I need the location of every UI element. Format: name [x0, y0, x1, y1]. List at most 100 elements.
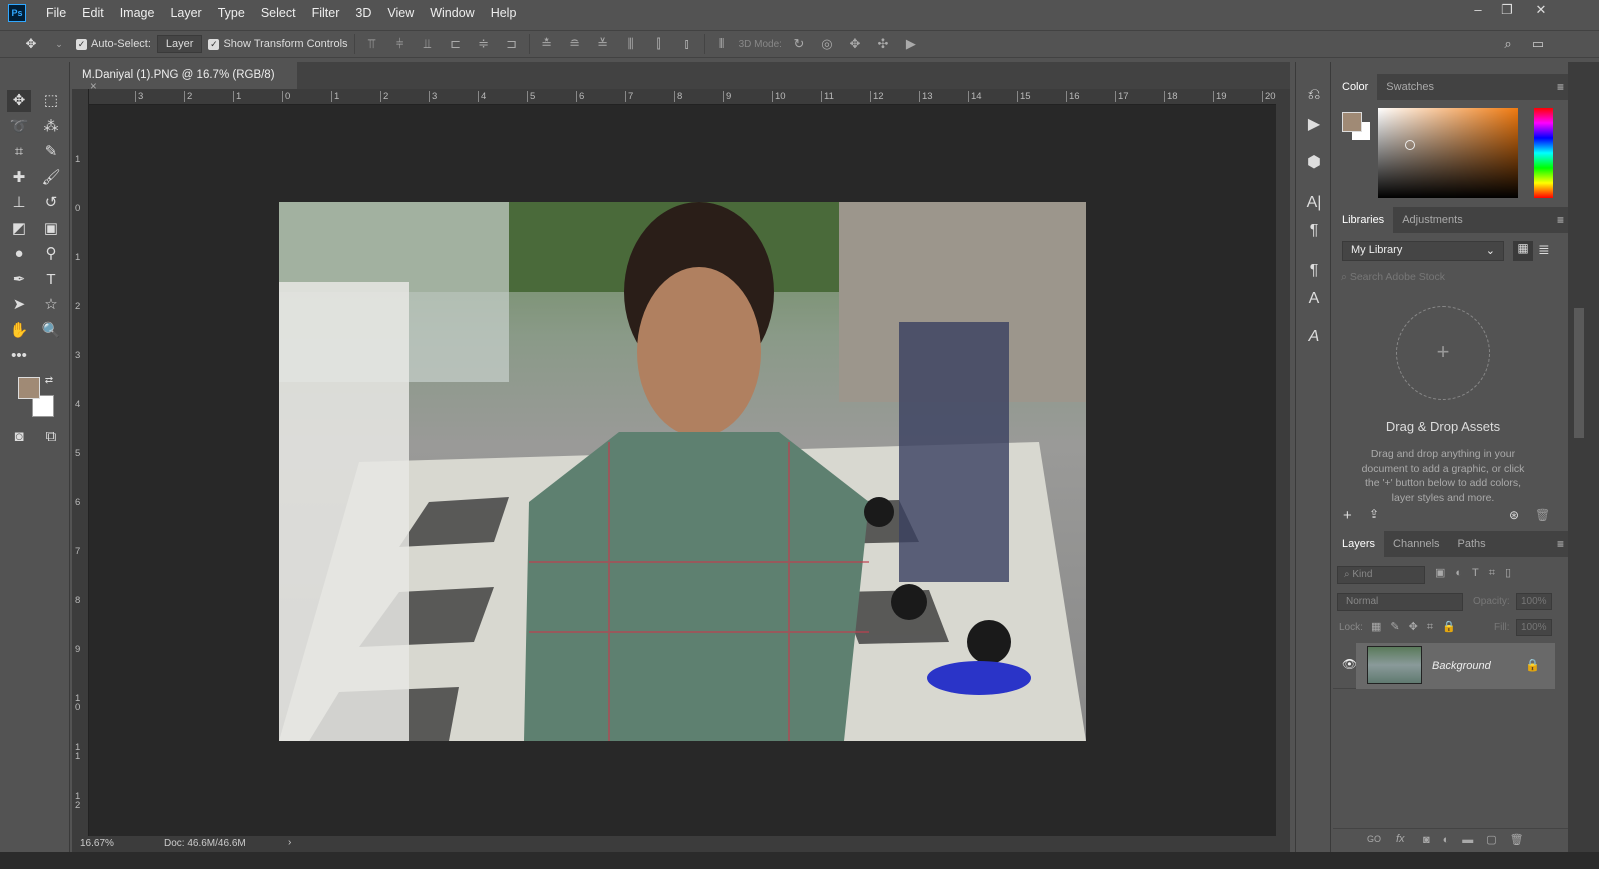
shape-tool-icon[interactable]: ☆	[39, 294, 63, 316]
menu-3d[interactable]: 3D	[347, 6, 379, 20]
menu-layer[interactable]: Layer	[162, 6, 209, 20]
hue-slider[interactable]	[1534, 108, 1553, 198]
filter-icons[interactable]: ▣◐T⌗▯	[1435, 566, 1521, 580]
gradient-tool-icon[interactable]: ▣	[39, 218, 63, 240]
pen-tool-icon[interactable]: ✒	[7, 269, 31, 291]
show-transform-checkbox[interactable]: ✓ Show Transform Controls	[208, 38, 348, 50]
list-view-icon[interactable]: ≣	[1538, 241, 1550, 258]
stock-search-input[interactable]: ⌕ Search Adobe Stock	[1341, 271, 1561, 284]
search-icon[interactable]: ⌕	[1497, 36, 1519, 52]
minimize-button[interactable]: –	[1463, 2, 1493, 22]
close-window-button[interactable]: ✕	[1526, 2, 1556, 22]
eyedropper-icon[interactable]: ✎	[39, 141, 63, 163]
foreground-color-swatch[interactable]	[18, 377, 40, 399]
scroll-thumb[interactable]	[1574, 308, 1584, 438]
tab-libraries[interactable]: Libraries	[1333, 207, 1394, 233]
history-icon[interactable]: ⎌	[1304, 86, 1324, 104]
actions-play-icon[interactable]: ▶	[1304, 114, 1324, 134]
layer-filter-dropdown[interactable]: ⌕ Kind	[1337, 566, 1425, 584]
upload-icon[interactable]: ⇪	[1369, 507, 1379, 521]
3d-panel-icon[interactable]: ⬢	[1304, 152, 1324, 172]
document-tab[interactable]: M.Daniyal (1).PNG @ 16.7% (RGB/8) ×	[72, 62, 297, 93]
auto-select-dropdown[interactable]: Layer	[156, 35, 203, 53]
zoom-tool-icon[interactable]: 🔍	[39, 320, 63, 342]
color-picker-cursor[interactable]	[1405, 140, 1415, 150]
document-image[interactable]	[279, 202, 1086, 741]
tab-swatches[interactable]: Swatches	[1377, 74, 1443, 100]
lasso-tool-icon[interactable]: ➰	[7, 116, 31, 138]
3d-scale-icon[interactable]: ▶	[900, 36, 922, 52]
tab-color[interactable]: Color	[1333, 74, 1378, 100]
restore-button[interactable]: ❐	[1492, 2, 1522, 22]
visibility-eye-icon[interactable]: 👁	[1342, 657, 1357, 671]
workspace-icon[interactable]: ▭	[1527, 36, 1549, 52]
distribute-left-icon[interactable]: ⫼	[620, 36, 642, 52]
panel-menu-icon[interactable]: ≡	[1557, 537, 1564, 551]
menu-help[interactable]: Help	[483, 6, 525, 20]
menu-filter[interactable]: Filter	[304, 6, 348, 20]
move-tool-icon[interactable]: ✥	[7, 90, 31, 112]
menu-view[interactable]: View	[379, 6, 422, 20]
healing-brush-icon[interactable]: ✚	[7, 167, 31, 189]
swap-colors-icon[interactable]: ⇄	[42, 370, 56, 392]
crop-tool-icon[interactable]: ⌗	[7, 141, 31, 163]
stamp-tool-icon[interactable]: ⊥	[7, 192, 31, 214]
eraser-tool-icon[interactable]: ◩	[7, 218, 31, 240]
vertical-scrollbar[interactable]	[1276, 89, 1290, 836]
align-top-icon[interactable]: ⫪	[361, 36, 383, 52]
canvas-area[interactable]	[89, 105, 1276, 836]
creative-cloud-icon[interactable]: ⊛	[1509, 508, 1519, 522]
blend-mode-dropdown[interactable]: Normal	[1337, 593, 1463, 611]
status-menu-arrow[interactable]: ›	[288, 837, 291, 848]
menu-image[interactable]: Image	[112, 6, 163, 20]
history-brush-icon[interactable]: ↺	[39, 192, 63, 214]
align-bottom-icon[interactable]: ⫫	[417, 36, 439, 52]
add-asset-icon[interactable]: +	[1343, 507, 1352, 524]
character-styles-icon[interactable]: A	[1304, 290, 1324, 308]
distribute-vcenter-icon[interactable]: ≘	[564, 36, 586, 52]
foreground-color-swatch[interactable]	[1342, 112, 1362, 132]
3d-orbit-icon[interactable]: ↻	[788, 36, 810, 52]
glyphs-icon[interactable]: A	[1304, 328, 1324, 346]
tab-channels[interactable]: Channels	[1384, 531, 1448, 557]
layer-lock-icon[interactable]: 🔒	[1525, 658, 1540, 672]
quick-mask-icon[interactable]: ◙	[7, 426, 31, 448]
3d-roll-icon[interactable]: ◎	[816, 36, 838, 52]
marquee-tool-icon[interactable]: ⬚	[39, 90, 63, 112]
menu-type[interactable]: Type	[210, 6, 253, 20]
paragraph-icon[interactable]: ¶	[1304, 222, 1324, 240]
panel-scrollbar[interactable]	[1568, 62, 1599, 852]
align-vcenter-icon[interactable]: ⫩	[389, 36, 411, 52]
paragraph-styles-icon[interactable]: ¶	[1304, 262, 1324, 280]
grid-view-icon[interactable]: ▦	[1513, 241, 1533, 261]
more-tools-icon[interactable]: •••	[7, 345, 31, 367]
brush-tool-icon[interactable]: 🖌	[39, 167, 63, 189]
magic-wand-icon[interactable]: ⁂	[39, 116, 63, 138]
auto-select-checkbox[interactable]: ✓ Auto-Select:	[76, 38, 151, 50]
align-left-icon[interactable]: ⊏	[445, 36, 467, 52]
auto-align-icon[interactable]: ⦀	[711, 36, 733, 52]
fx-icon[interactable]: fx	[1396, 833, 1405, 845]
blur-tool-icon[interactable]: ●	[7, 243, 31, 265]
tab-adjustments[interactable]: Adjustments	[1393, 207, 1472, 233]
library-dropdown[interactable]: My Library ⌄	[1342, 241, 1504, 261]
footer-action-icons[interactable]: ◙◐▬▢🗑	[1423, 833, 1537, 846]
panel-menu-icon[interactable]: ≡	[1557, 213, 1564, 227]
3d-pan-icon[interactable]: ✥	[844, 36, 866, 52]
menu-window[interactable]: Window	[422, 6, 482, 20]
layer-name[interactable]: Background	[1432, 660, 1491, 672]
chevron-down-icon[interactable]: ⌄	[48, 39, 70, 50]
link-layers-icon[interactable]: GO	[1367, 834, 1381, 844]
zoom-level[interactable]: 16.67%	[80, 838, 114, 849]
hand-tool-icon[interactable]: ✋	[7, 320, 31, 342]
add-asset-drop-zone[interactable]: +	[1396, 306, 1490, 400]
menu-select[interactable]: Select	[253, 6, 304, 20]
align-right-icon[interactable]: ⊐	[501, 36, 523, 52]
color-field[interactable]	[1378, 108, 1518, 198]
fill-input[interactable]: 100%	[1516, 619, 1552, 636]
tab-layers[interactable]: Layers	[1333, 531, 1385, 557]
distribute-top-icon[interactable]: ≛	[536, 36, 558, 52]
screen-mode-icon[interactable]: ⧉	[39, 426, 63, 448]
character-icon[interactable]: A|	[1304, 194, 1324, 212]
opacity-input[interactable]: 100%	[1516, 593, 1552, 610]
